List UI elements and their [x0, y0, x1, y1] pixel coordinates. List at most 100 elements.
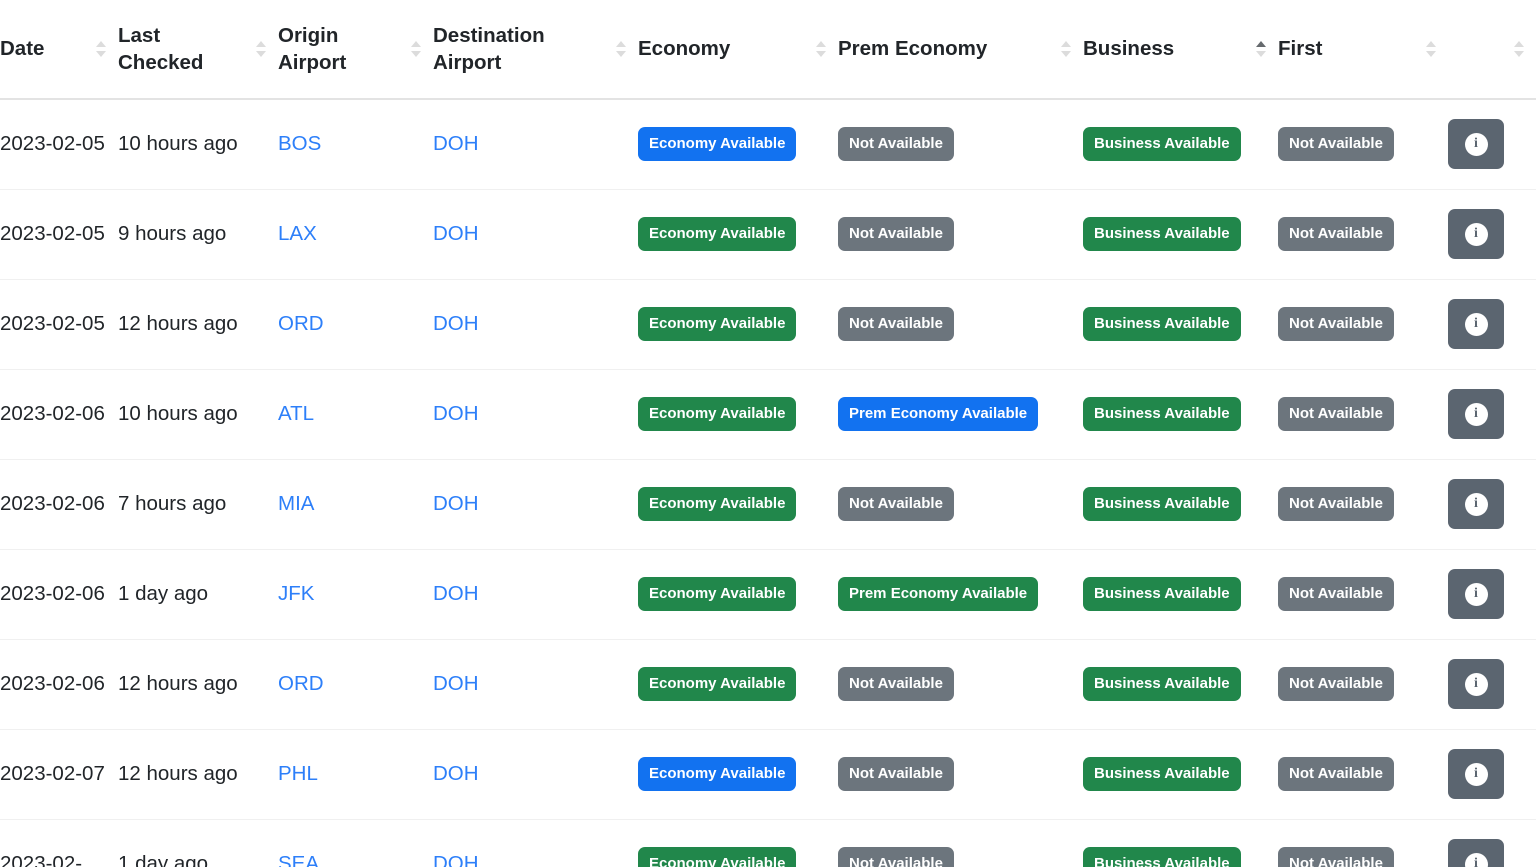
origin-airport-link[interactable]: BOS — [278, 132, 321, 155]
cell-economy: Economy Available — [638, 549, 838, 640]
business-badge: Business Available — [1083, 847, 1241, 867]
row-info-button[interactable]: i — [1448, 839, 1504, 867]
sort-asc-icon — [1256, 40, 1266, 47]
sort-desc-icon — [1061, 50, 1071, 57]
cell-economy: Economy Available — [638, 189, 838, 280]
origin-airport-link[interactable]: LAX — [278, 222, 317, 245]
cell-actions: i — [1448, 99, 1536, 190]
column-header-date[interactable]: Date — [0, 0, 118, 100]
column-header-origin[interactable]: Origin Airport — [278, 0, 433, 100]
cell-first: Not Available — [1278, 639, 1448, 730]
destination-airport-link[interactable]: DOH — [433, 312, 479, 335]
cell-economy: Economy Available — [638, 729, 838, 820]
cell-first: Not Available — [1278, 279, 1448, 370]
sort-toggle-economy-icon[interactable] — [814, 40, 828, 57]
cell-date: 2023-02-06 — [0, 369, 118, 460]
sort-toggle-origin-icon[interactable] — [409, 41, 423, 57]
first-badge: Not Available — [1278, 127, 1394, 162]
cell-first: Not Available — [1278, 369, 1448, 460]
first-badge: Not Available — [1278, 577, 1394, 611]
origin-airport-link[interactable]: MIA — [278, 492, 314, 515]
row-info-button[interactable]: i — [1448, 119, 1504, 170]
column-header-first[interactable]: First — [1278, 0, 1448, 100]
sort-desc-icon — [96, 50, 106, 57]
sort-toggle-business-icon[interactable] — [1254, 40, 1268, 57]
economy-badge: Economy Available — [638, 487, 797, 521]
table-row: 2023-02-05 12 hours ago ORD DOH Economy Avai… — [0, 279, 1536, 370]
cell-date: 2023-02-05 — [0, 99, 118, 190]
destination-airport-link[interactable]: DOH — [433, 222, 479, 245]
cell-prem-economy: Not Available — [838, 279, 1083, 370]
cell-origin-airport: BOS — [278, 99, 433, 190]
row-info-button[interactable]: i — [1448, 749, 1504, 799]
cell-origin-airport: ORD — [278, 279, 433, 370]
origin-airport-link[interactable]: ATL — [278, 402, 314, 425]
cell-first: Not Available — [1278, 189, 1448, 280]
column-header-label-last_checked: Last Checked — [118, 23, 204, 74]
cell-economy: Economy Available — [638, 639, 838, 730]
cell-prem-economy: Not Available — [838, 639, 1083, 730]
cell-first: Not Available — [1278, 729, 1448, 820]
sort-desc-icon — [616, 51, 626, 57]
column-header-actions[interactable] — [1448, 0, 1536, 100]
prem-economy-badge: Not Available — [838, 217, 954, 251]
cell-date: 2023-02- — [0, 819, 118, 867]
sort-toggle-prem_economy-icon[interactable] — [1059, 40, 1073, 57]
destination-airport-link[interactable]: DOH — [433, 852, 479, 867]
economy-badge: Economy Available — [638, 667, 797, 701]
sort-asc-icon — [96, 40, 106, 47]
cell-origin-airport: JFK — [278, 549, 433, 640]
cell-business: Business Available — [1083, 549, 1278, 640]
economy-badge: Economy Available — [638, 757, 797, 791]
destination-airport-link[interactable]: DOH — [433, 492, 479, 515]
cell-actions: i — [1448, 819, 1536, 867]
origin-airport-link[interactable]: PHL — [278, 762, 318, 785]
sort-toggle-destination-icon[interactable] — [614, 41, 628, 57]
cell-last-checked: 10 hours ago — [118, 99, 278, 190]
cell-date: 2023-02-07 — [0, 729, 118, 820]
destination-airport-link[interactable]: DOH — [433, 402, 479, 425]
cell-destination-airport: DOH — [433, 639, 638, 730]
cell-first: Not Available — [1278, 99, 1448, 190]
origin-airport-link[interactable]: ORD — [278, 312, 324, 335]
cell-date: 2023-02-05 — [0, 279, 118, 370]
column-header-business[interactable]: Business — [1083, 0, 1278, 100]
table-row: 2023-02-05 9 hours ago LAX DOH Economy Avail… — [0, 189, 1536, 280]
sort-toggle-first-icon[interactable] — [1424, 40, 1438, 57]
column-header-destination[interactable]: Destination Airport — [433, 0, 638, 100]
column-header-last_checked[interactable]: Last Checked — [118, 0, 278, 100]
sort-asc-icon — [256, 41, 266, 47]
column-header-prem_economy[interactable]: Prem Economy — [838, 0, 1083, 100]
column-header-label-business: Business — [1083, 37, 1175, 61]
sort-toggle-last_checked-icon[interactable] — [254, 41, 268, 57]
origin-airport-link[interactable]: ORD — [278, 672, 324, 695]
destination-airport-link[interactable]: DOH — [433, 672, 479, 695]
destination-airport-link[interactable]: DOH — [433, 132, 479, 155]
origin-airport-link[interactable]: SEA — [278, 852, 319, 867]
prem-economy-badge: Prem Economy Available — [838, 577, 1039, 611]
row-info-button[interactable]: i — [1448, 209, 1504, 259]
business-badge: Business Available — [1083, 487, 1241, 521]
cell-destination-airport: DOH — [433, 819, 638, 867]
economy-badge: Economy Available — [638, 217, 797, 251]
info-icon: i — [1464, 312, 1488, 336]
sort-toggle-date-icon[interactable] — [94, 40, 108, 57]
sort-toggle-actions-icon[interactable] — [1512, 41, 1526, 57]
row-info-button[interactable]: i — [1448, 569, 1504, 619]
info-icon: i — [1464, 852, 1488, 867]
business-badge: Business Available — [1083, 127, 1241, 162]
cell-destination-airport: DOH — [433, 729, 638, 820]
prem-economy-badge: Prem Economy Available — [838, 397, 1039, 431]
destination-airport-link[interactable]: DOH — [433, 582, 479, 605]
origin-airport-link[interactable]: JFK — [278, 582, 314, 605]
cell-economy: Economy Available — [638, 279, 838, 370]
award-availability-table: Date Last Checked Origin Airport Destinatio… — [0, 0, 1536, 867]
destination-airport-link[interactable]: DOH — [433, 762, 479, 785]
cell-last-checked: 1 day ago — [118, 549, 278, 640]
row-info-button[interactable]: i — [1448, 389, 1504, 439]
row-info-button[interactable]: i — [1448, 479, 1504, 529]
cell-first: Not Available — [1278, 549, 1448, 640]
row-info-button[interactable]: i — [1448, 299, 1504, 349]
row-info-button[interactable]: i — [1448, 659, 1504, 709]
column-header-economy[interactable]: Economy — [638, 0, 838, 100]
